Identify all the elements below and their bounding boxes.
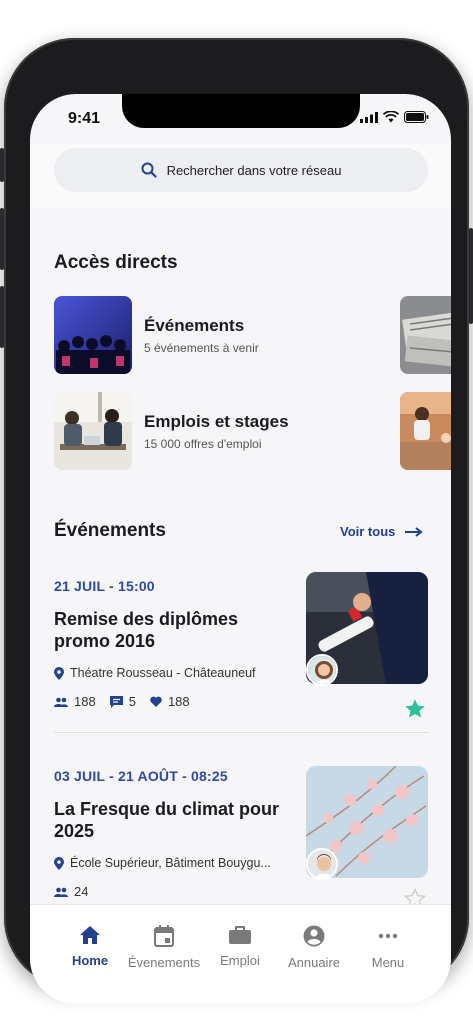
event-location: Théatre Rousseau - Châteauneuf [54,666,256,680]
organizer-avatar [306,654,338,686]
event-location-text: École Supérieur, Bâtiment Bouygu... [70,856,271,870]
arrow-right-icon [405,526,423,537]
signal-icon [360,111,378,123]
more-icon [378,933,398,939]
tile-subtitle-jobs: 15 000 offres d'emploi [144,437,262,451]
see-all-label: Voir tous [340,524,396,539]
event-stats: 188 5 188 [54,694,190,709]
status-icons [360,111,429,123]
event-title: La Fresque du climat pour 2025 [54,799,280,841]
location-pin-icon [54,666,64,680]
event-card[interactable]: 21 JUIL - 15:00 Remise des diplômes prom… [54,572,428,738]
tab-label-directory: Annuaire [287,955,341,970]
participants-count: 24 [74,884,89,899]
tab-label-events: Évenements [127,955,201,970]
participants-count: 188 [74,694,96,709]
notch [122,94,360,128]
briefcase-icon [229,926,251,944]
account-icon [303,925,325,947]
location-pin-icon [54,856,64,870]
calendar-icon [154,925,174,947]
tab-home[interactable]: Home [50,925,130,968]
power-button [469,228,473,324]
search-icon [141,162,157,178]
home-icon [80,926,100,944]
events-thumbnail [54,296,132,374]
mute-switch [0,148,4,182]
event-title: Remise des diplômes promo 2016 [54,609,239,651]
volume-up-button [0,208,4,270]
comments-count: 5 [128,694,136,709]
participants-icon [54,697,68,707]
event-date: 21 JUIL - 15:00 [54,578,155,594]
organizer-avatar [306,848,338,880]
tab-events[interactable]: Évenements [124,925,204,970]
tab-label-menu: Menu [371,955,405,970]
participants-icon [54,887,68,897]
tile-title-events: Événements [144,316,245,335]
news-thumbnail[interactable] [400,296,451,374]
community-thumbnail[interactable] [400,392,451,470]
event-divider [54,732,428,733]
wifi-icon [383,111,399,123]
quick-access-title: Accès directs [54,252,178,273]
likes-count: 188 [167,694,190,709]
see-all-link[interactable]: Voir tous [340,524,423,539]
tile-subtitle-events: 5 événements à venir [144,341,259,355]
tab-menu[interactable]: Menu [348,925,428,970]
events-section-title: Événements [54,520,166,541]
volume-down-button [0,286,4,348]
comment-icon [109,695,123,708]
tab-label-jobs: Emploi [220,953,260,968]
heart-icon [150,696,162,707]
jobs-thumbnail [54,392,132,470]
tab-label-home: Home [71,953,109,968]
battery-icon [404,111,429,123]
phone-frame: 9:41 Rechercher dans votre réseau Accès … [0,38,473,1004]
event-card[interactable]: 03 JUIL - 21 AOÛT - 08:25 La Fresque du … [54,766,428,909]
favorite-star-icon[interactable] [404,698,426,720]
search-placeholder: Rechercher dans votre réseau [166,162,342,178]
event-stats: 24 [54,884,88,899]
event-date: 03 JUIL - 21 AOÛT - 08:25 [54,768,228,784]
tab-directory[interactable]: Annuaire [274,925,354,970]
app-screen: 9:41 Rechercher dans votre réseau Accès … [30,94,451,1004]
tab-jobs[interactable]: Emploi [200,925,280,968]
tile-title-jobs: Emplois et stages [144,412,289,431]
bottom-tab-bar: Home Évenements Emploi Annuaire Menu [30,904,451,1004]
status-time: 9:41 [68,110,101,127]
event-location-text: Théatre Rousseau - Châteauneuf [70,666,256,680]
search-input[interactable]: Rechercher dans votre réseau [54,148,428,192]
event-location: École Supérieur, Bâtiment Bouygu... [54,856,271,870]
search-header: Rechercher dans votre réseau [30,144,451,208]
